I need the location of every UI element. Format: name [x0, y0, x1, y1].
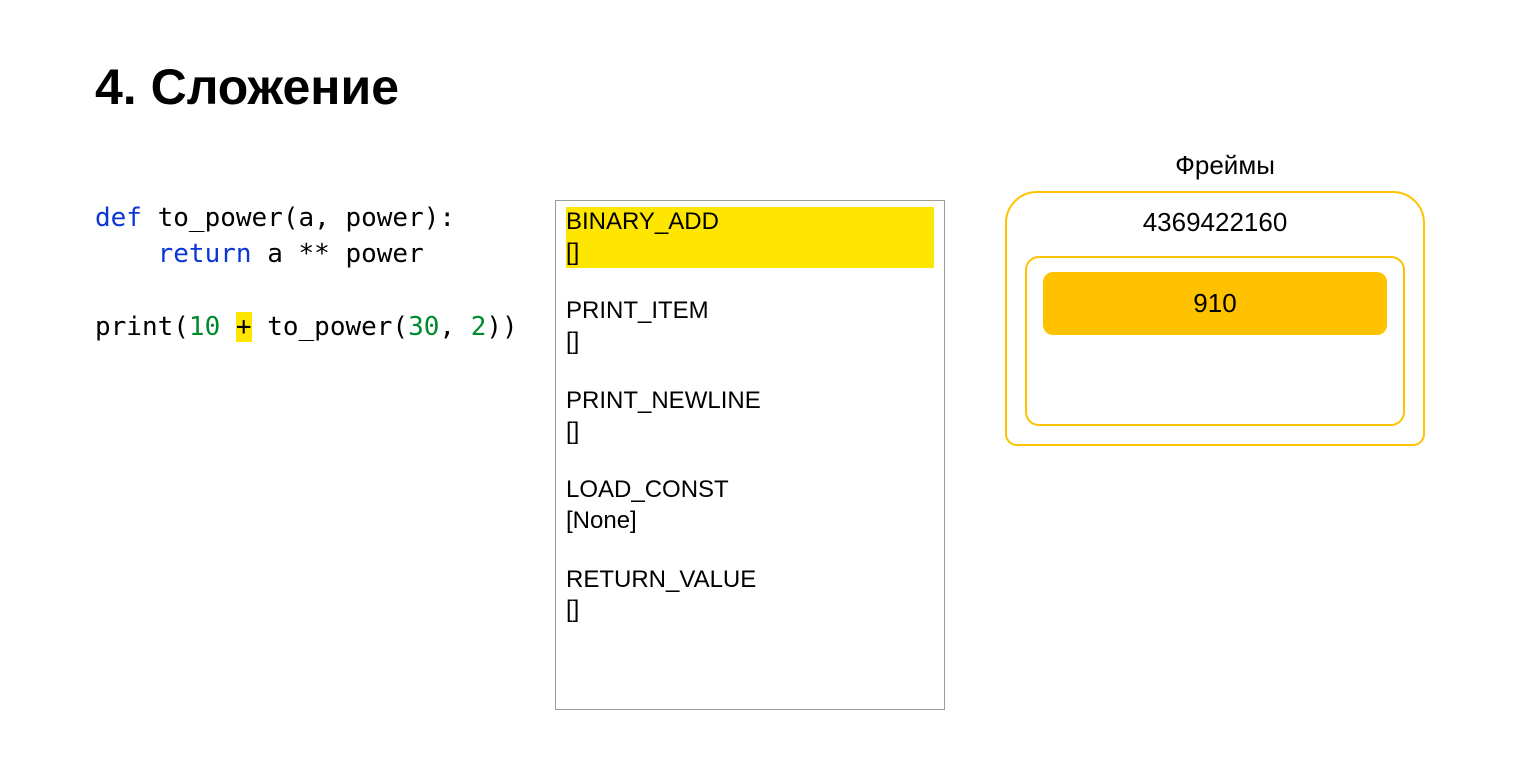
bytecode-instruction: RETURN_VALUE [] [566, 565, 934, 626]
bytecode-instruction: LOAD_CONST [None] [566, 475, 934, 536]
keyword-return: return [158, 239, 252, 269]
opcode-name: RETURN_VALUE [566, 565, 934, 596]
opcode-name: LOAD_CONST [566, 475, 934, 506]
bytecode-instruction: BINARY_ADD [] [566, 207, 934, 268]
opcode-args: [] [566, 595, 934, 626]
literal-30: 30 [408, 312, 439, 342]
opcode-name: PRINT_ITEM [566, 296, 934, 327]
opcode-args: [None] [566, 506, 934, 537]
opcode-name: BINARY_ADD [566, 207, 934, 238]
space [252, 312, 268, 342]
columns: def to_power(a, power): return a ** powe… [95, 200, 1441, 710]
frame-id: 4369422160 [1025, 207, 1405, 238]
bytecode-instruction: PRINT_NEWLINE [] [566, 386, 934, 447]
print-open: print( [95, 312, 189, 342]
opcode-args: [] [566, 238, 934, 269]
slide-title: 4. Сложение [95, 60, 1441, 115]
call-close: )) [486, 312, 517, 342]
comma: , [439, 312, 470, 342]
opcode-name: PRINT_NEWLINE [566, 386, 934, 417]
frame-outer: 4369422160 910 [1005, 191, 1425, 446]
bytecode-panel: BINARY_ADD [] PRINT_ITEM [] PRINT_NEWLIN… [555, 200, 945, 710]
frames-label: Фреймы [1005, 150, 1445, 181]
literal-2: 2 [471, 312, 487, 342]
keyword-def: def [95, 203, 142, 233]
frames-panel: Фреймы 4369422160 910 [1005, 150, 1445, 446]
bytecode-instruction: PRINT_ITEM [] [566, 296, 934, 357]
slide: 4. Сложение def to_power(a, power): retu… [0, 0, 1536, 770]
space [220, 312, 236, 342]
call-open: to_power( [267, 312, 408, 342]
function-signature: to_power(a, power): [142, 203, 455, 233]
frame-stack: 910 [1025, 256, 1405, 426]
opcode-args: [] [566, 417, 934, 448]
return-expression: a ** power [252, 239, 424, 269]
plus-operator: + [236, 312, 252, 342]
opcode-args: [] [566, 327, 934, 358]
stack-item: 910 [1043, 272, 1387, 335]
source-code: def to_power(a, power): return a ** powe… [95, 200, 555, 346]
literal-10: 10 [189, 312, 220, 342]
